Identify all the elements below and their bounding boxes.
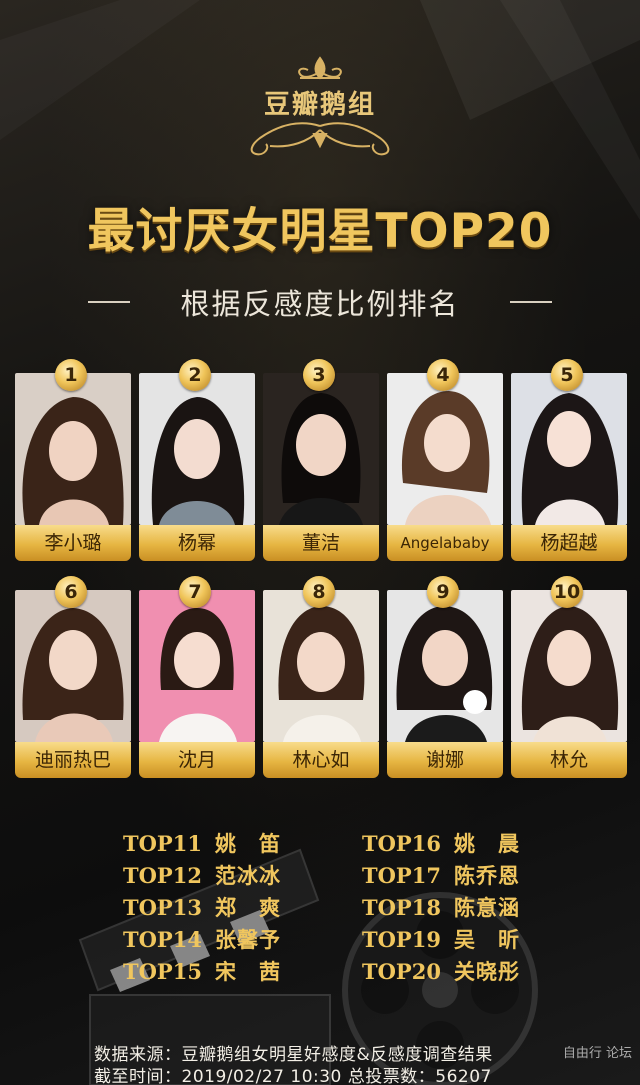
rank-card[interactable]: 9 谢娜 — [387, 576, 503, 780]
ranking-list-left: TOP11 姚 笛 TOP12 范冰冰 TOP13 郑 爽 TOP14 张馨予 TOP1… — [123, 828, 281, 988]
star-name: 林心如 — [263, 742, 379, 778]
list-item: TOP13 郑 爽 — [123, 895, 281, 920]
rank-badge: 3 — [303, 359, 335, 391]
rank-card[interactable]: 6 迪丽热巴 — [15, 576, 131, 780]
star-name: 谢娜 — [387, 742, 503, 778]
ranking-list-right: TOP16 姚 晨 TOP17 陈乔恩 TOP18 陈意涵 TOP19 吴 昕 TOP2… — [362, 828, 520, 988]
rank-card[interactable]: 4 Angelababy — [387, 359, 503, 563]
star-name: 杨幂 — [139, 525, 255, 561]
poster: 豆瓣鹅组 最讨厌女明星TOP20 根据反感度比例排名 1 李小璐 2 杨幂 3 — [0, 0, 640, 1085]
list-item: TOP20 关晓彤 — [362, 959, 520, 984]
list-item: TOP14 张馨予 — [123, 927, 281, 952]
star-name: 董洁 — [263, 525, 379, 561]
rank-badge: 8 — [303, 576, 335, 608]
divider-right — [509, 301, 552, 303]
watermark: 自由行 论坛 — [562, 1046, 632, 1061]
portrait-photo — [511, 373, 627, 525]
star-name: Angelababy — [387, 525, 503, 561]
brand-name: 豆瓣鹅组 — [263, 90, 376, 120]
portrait-photo — [263, 373, 379, 525]
portrait-photo — [139, 590, 255, 742]
star-name: 李小璐 — [15, 525, 131, 561]
list-item: TOP11 姚 笛 — [123, 831, 281, 856]
rank-badge: 1 — [55, 359, 87, 391]
rank-card[interactable]: 8 林心如 — [263, 576, 379, 780]
rank-card[interactable]: 1 李小璐 — [15, 359, 131, 563]
star-name: 林允 — [511, 742, 627, 778]
list-item: TOP19 吴 昕 — [362, 927, 520, 952]
rank-badge: 9 — [427, 576, 459, 608]
rank-badge: 2 — [179, 359, 211, 391]
list-item: TOP17 陈乔恩 — [362, 863, 520, 888]
portrait-photo — [15, 373, 131, 525]
rank-card[interactable]: 3 董洁 — [263, 359, 379, 563]
portrait-photo — [387, 590, 503, 742]
list-item: TOP18 陈意涵 — [362, 895, 520, 920]
subtitle-row: 根据反感度比例排名 — [0, 282, 640, 322]
list-item: TOP15 宋 茜 — [123, 959, 281, 984]
star-name: 迪丽热巴 — [15, 742, 131, 778]
portrait-photo — [139, 373, 255, 525]
star-name: 沈月 — [139, 742, 255, 778]
rank-badge: 4 — [427, 359, 459, 391]
rank-card[interactable]: 2 杨幂 — [139, 359, 255, 563]
rank-badge: 6 — [55, 576, 87, 608]
portrait-photo — [15, 590, 131, 742]
star-name: 杨超越 — [511, 525, 627, 561]
rank-card[interactable]: 7 沈月 — [139, 576, 255, 780]
portrait-photo — [263, 590, 379, 742]
rank-badge: 5 — [551, 359, 583, 391]
rank-badge: 7 — [179, 576, 211, 608]
deadline-text: 截至时间：2019/02/27 10:30 总投票数：56207 — [94, 1067, 492, 1085]
divider-left — [88, 301, 131, 303]
rank-badge: 10 — [551, 576, 583, 608]
rank-card[interactable]: 10 林允 — [511, 576, 627, 780]
portrait-photo — [511, 590, 627, 742]
subtitle: 根据反感度比例排名 — [180, 287, 460, 321]
list-item: TOP16 姚 晨 — [362, 831, 520, 856]
portrait-photo — [387, 373, 503, 525]
rank-card[interactable]: 5 杨超越 — [511, 359, 627, 563]
page-title: 最讨厌女明星TOP20 — [87, 204, 553, 259]
list-item: TOP12 范冰冰 — [123, 863, 281, 888]
